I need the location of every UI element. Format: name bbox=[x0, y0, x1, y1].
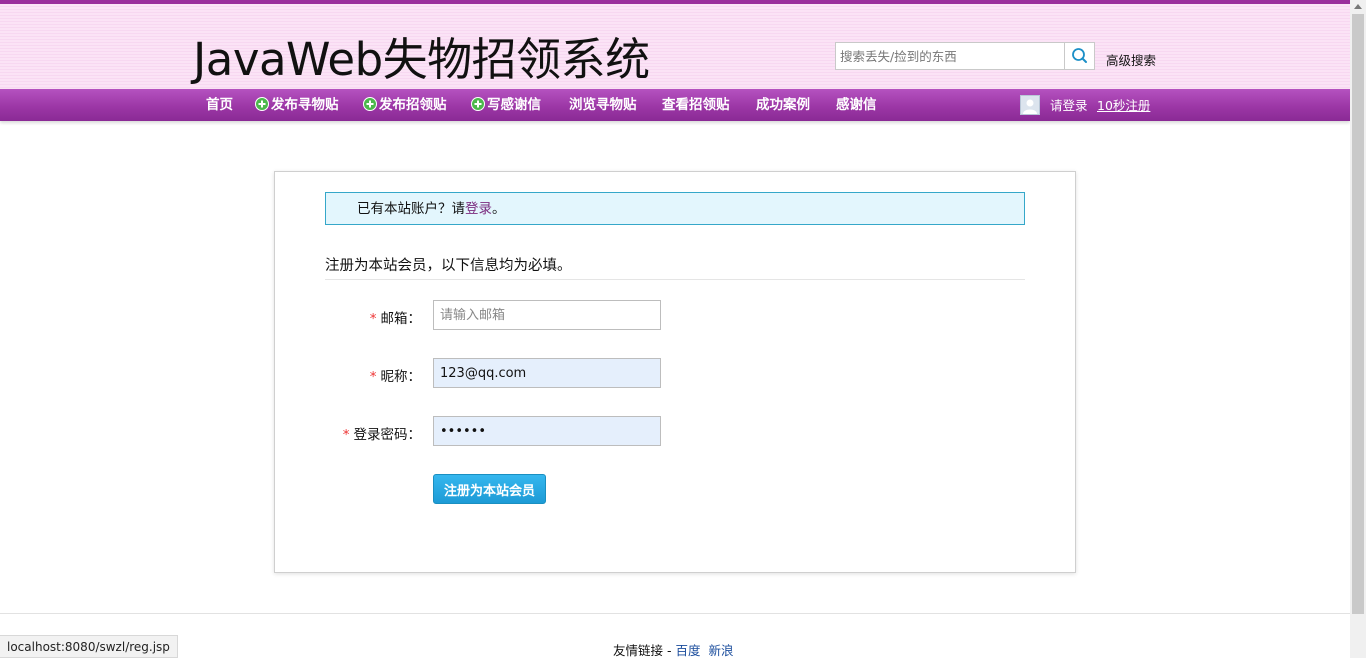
email-field[interactable] bbox=[433, 300, 661, 330]
nav-item-label: 发布寻物贴 bbox=[271, 97, 339, 113]
login-notice: 已有本站账户？请登录。 bbox=[325, 192, 1025, 225]
user-icon bbox=[1023, 99, 1037, 114]
nav-item-label: 感谢信 bbox=[836, 97, 877, 113]
advanced-search-link[interactable]: 高级搜索 bbox=[1106, 50, 1156, 69]
site-header: JavaWeb失物招领系统 高级搜索 bbox=[0, 4, 1350, 89]
password-label: * 登录密码： bbox=[275, 423, 421, 443]
register-submit-button[interactable]: 注册为本站会员 bbox=[433, 474, 546, 504]
scroll-up-arrow-icon[interactable] bbox=[1354, 4, 1362, 9]
required-mark: * bbox=[369, 369, 377, 385]
divider bbox=[325, 279, 1025, 280]
register-link[interactable]: 10秒注册 bbox=[1097, 89, 1150, 122]
plus-circle-icon bbox=[255, 96, 269, 111]
nickname-label: * 昵称： bbox=[275, 365, 421, 385]
required-mark: * bbox=[342, 427, 350, 443]
login-link-notice[interactable]: 登录 bbox=[465, 201, 492, 217]
required-mark: * bbox=[369, 311, 377, 327]
register-card: 已有本站账户？请登录。 注册为本站会员，以下信息均为必填。 *邮箱： *昵称： … bbox=[274, 171, 1076, 573]
nav-item-label: 发布招领贴 bbox=[379, 97, 447, 113]
scrollbar-thumb[interactable] bbox=[1352, 14, 1364, 614]
nickname-input[interactable] bbox=[434, 359, 660, 387]
footer-divider bbox=[0, 613, 1350, 614]
nav-item-label: 成功案例 bbox=[756, 97, 810, 113]
email-label-text: 邮箱： bbox=[380, 311, 422, 327]
footer-prefix: 友情链接 - bbox=[613, 643, 676, 658]
password-field[interactable] bbox=[433, 416, 661, 446]
footer-links: 友情链接 - 百度 新浪 bbox=[613, 640, 733, 658]
nickname-field[interactable] bbox=[433, 358, 661, 388]
search-icon bbox=[1072, 48, 1087, 63]
nav-item-write-thanks[interactable]: 写感谢信 bbox=[471, 89, 541, 121]
notice-prefix: 已有本站账户？请 bbox=[357, 201, 465, 217]
email-input[interactable] bbox=[434, 301, 660, 329]
password-label-text: 登录密码： bbox=[353, 427, 422, 443]
nav-item-label: 首页 bbox=[206, 97, 233, 113]
avatar bbox=[1020, 95, 1040, 115]
nav-item-label: 写感谢信 bbox=[487, 97, 541, 113]
footer-link-baidu[interactable]: 百度 bbox=[675, 643, 700, 658]
nickname-label-text: 昵称： bbox=[380, 369, 422, 385]
status-bar-url: localhost:8080/swzl/reg.jsp bbox=[0, 635, 178, 658]
login-link[interactable]: 请登录 bbox=[1050, 89, 1088, 122]
nav-item-post-lost[interactable]: 发布寻物贴 bbox=[255, 89, 339, 121]
nav-item-success-cases[interactable]: 成功案例 bbox=[756, 89, 810, 121]
nav-item-post-found[interactable]: 发布招领贴 bbox=[363, 89, 447, 121]
vertical-scrollbar[interactable] bbox=[1350, 0, 1366, 658]
nav-item-browse-lost[interactable]: 浏览寻物贴 bbox=[569, 89, 637, 121]
nav-item-home[interactable]: 首页 bbox=[206, 89, 233, 121]
search-field[interactable] bbox=[835, 42, 1065, 70]
notice-suffix: 。 bbox=[492, 201, 506, 217]
nav-item-label: 查看招领贴 bbox=[662, 97, 730, 113]
email-label: * 邮箱： bbox=[275, 307, 421, 327]
page: JavaWeb失物招领系统 高级搜索 首页 发布寻物贴 发布招领贴 bbox=[0, 0, 1350, 658]
site-logo[interactable]: JavaWeb失物招领系统 bbox=[193, 32, 650, 88]
search-input[interactable] bbox=[836, 43, 1064, 69]
search-button[interactable] bbox=[1064, 42, 1095, 70]
main-nav: 首页 发布寻物贴 发布招领贴 写感谢信 浏览寻物贴 查看招领贴 成功案例 感谢信… bbox=[0, 89, 1350, 121]
nav-item-view-found[interactable]: 查看招领贴 bbox=[662, 89, 730, 121]
nav-item-label: 浏览寻物贴 bbox=[569, 97, 637, 113]
form-title: 注册为本站会员，以下信息均为必填。 bbox=[325, 258, 572, 274]
plus-circle-icon bbox=[471, 96, 485, 111]
plus-circle-icon bbox=[363, 96, 377, 111]
nav-item-thanks-letters[interactable]: 感谢信 bbox=[836, 89, 877, 121]
footer-link-sina[interactable]: 新浪 bbox=[708, 643, 733, 658]
password-input[interactable] bbox=[434, 417, 660, 445]
